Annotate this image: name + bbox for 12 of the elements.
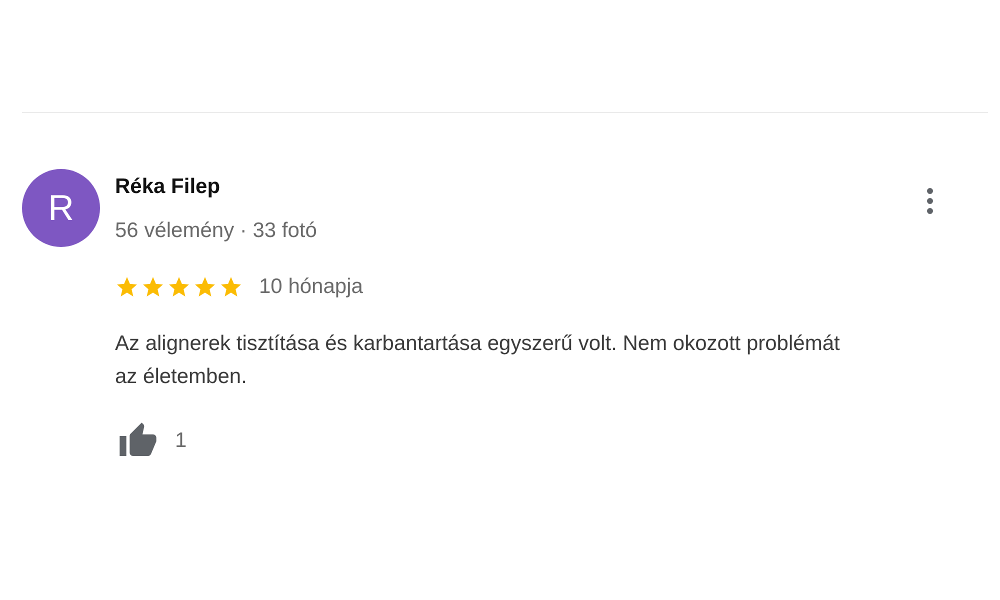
more-options-icon[interactable]	[925, 187, 935, 215]
star-icon	[115, 275, 139, 299]
star-icon	[193, 275, 217, 299]
star-icon	[141, 275, 165, 299]
review-time: 10 hónapja	[259, 275, 363, 299]
avatar[interactable]: R	[22, 169, 100, 247]
star-icon	[219, 275, 243, 299]
author-name[interactable]: Réka Filep	[115, 175, 220, 199]
like-button[interactable]: 1	[115, 421, 187, 461]
review-text: Az alignerek tisztítása és karbantartása egyszerű volt. Nem okozott problémát az életemben.	[115, 331, 841, 390]
star-icon	[167, 275, 191, 299]
review-meta: 56 vélemény · 33 fotó	[115, 219, 317, 243]
